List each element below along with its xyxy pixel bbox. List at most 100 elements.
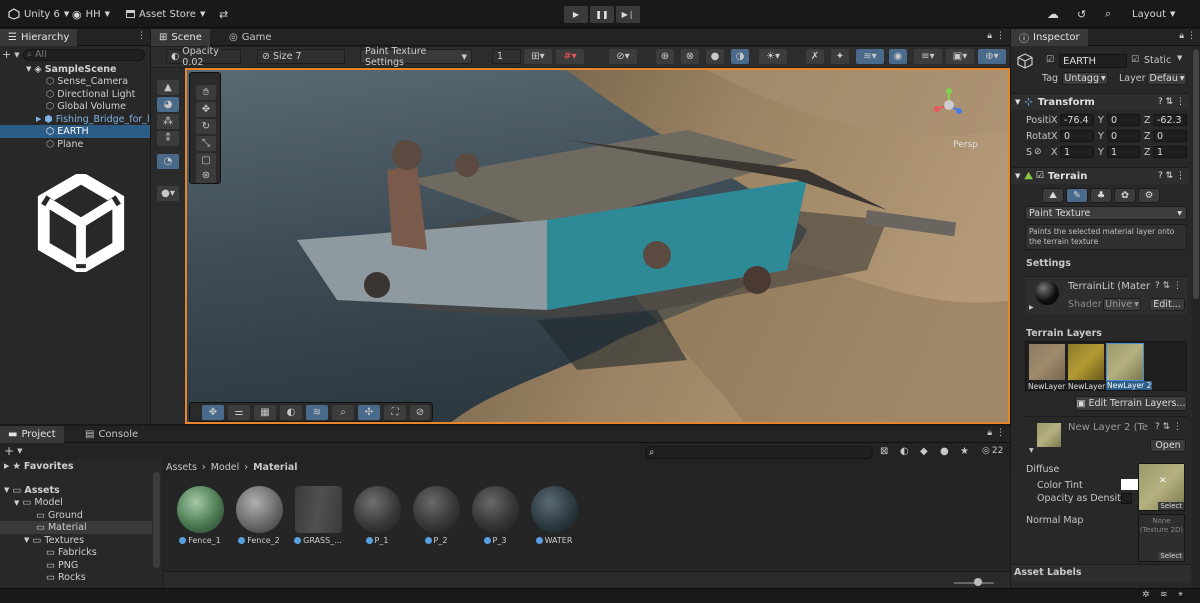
shading-wire-button[interactable]: ⊕ [656,49,674,64]
list-item[interactable]: ⬡ Directional Light [46,88,135,101]
misc-tool[interactable]: ●▾ [157,186,179,201]
scene-root[interactable]: ▼ ◈ SampleScene [26,63,116,76]
active-checkbox[interactable]: ☑ [1046,55,1054,65]
project-add[interactable]: + ▼ [4,444,22,458]
breadcrumb-item[interactable]: Model [211,462,240,473]
material-preview[interactable] [1035,281,1059,305]
rotation-x-field[interactable]: 0 [1060,130,1094,142]
terrain-trees-tool[interactable]: ♣ [1090,188,1112,203]
tree-scrollbar[interactable] [153,472,160,568]
shading-shaded-button[interactable]: ◑ [731,49,749,64]
orientation-dropdown[interactable]: ⊘▾ [609,49,637,64]
warning-icon[interactable]: ● [940,446,949,457]
chevron-down-icon[interactable]: ▼ [1177,54,1182,62]
terrain-settings-tool[interactable]: ⚙ [1138,188,1160,203]
lock-icon[interactable]: 🔒︎ [1179,31,1184,41]
edit-terrain-layers-button[interactable]: ▣ Edit Terrain Layers... [1075,396,1187,411]
layer-thumbnail[interactable] [1029,344,1065,380]
paint-texture-settings-dropdown[interactable]: Paint Texture Settings ▼ [360,46,472,68]
chevron-down-icon[interactable]: ▼ [14,51,19,59]
terrain-header[interactable]: ▼ ⛰ ☑ Terrain ? ⇅ ⋮ [1011,167,1189,184]
layer-dropdown[interactable]: Defau ▼ [1147,72,1187,85]
move-tool[interactable]: ✥ [196,102,216,117]
breadcrumb-item[interactable]: Assets [166,462,197,473]
scale-x-field[interactable]: 1 [1060,146,1094,158]
edit-shader-button[interactable]: Edit... [1149,298,1185,311]
size-field[interactable]: ⊘ Size 7 [257,49,345,64]
rotation-y-field[interactable]: 0 [1107,130,1140,142]
tab-scene[interactable]: ⊞ Scene [151,29,210,46]
shading-shaded-wire-button[interactable]: ⊗ [681,49,699,64]
scale-z-field[interactable]: 1 [1153,146,1187,158]
folder-row-selected[interactable]: ▭ Material [36,522,87,535]
history-icon[interactable]: ↺ [1077,0,1086,28]
more-icon[interactable]: ⋮ [996,428,1005,438]
terrain-paint-tool[interactable]: ◕ [157,97,179,112]
assets-row[interactable]: ▼ ▭ Assets [4,484,60,497]
tab-hierarchy[interactable]: ☰ Hierarchy [0,29,78,46]
layer-thumbnail-selected[interactable] [1106,343,1144,381]
asset-labels-bar[interactable]: Asset Labels [1011,564,1191,582]
tab-game[interactable]: ◎ Game [221,29,280,46]
terrain-paint-tool[interactable]: ✎ [1066,188,1088,203]
position-x-field[interactable]: -76.4 [1060,114,1094,126]
static-checkbox[interactable]: ☑ [1131,55,1139,65]
transform-tool[interactable]: ⊛ [196,168,216,183]
brush-settings-tool[interactable]: ⚌ [228,405,250,420]
terrain-details-tool[interactable]: ✿ [1114,188,1136,203]
layer-thumbnail[interactable] [1068,344,1104,380]
terrain-raise-tool[interactable]: ▲ [157,80,179,95]
shader-dropdown[interactable]: Unive ▼ [1103,298,1141,311]
rotate-tool[interactable]: ↻ [196,119,216,134]
asset-item[interactable]: WATER [530,486,578,545]
zoom-slider-handle[interactable] [974,578,982,586]
step-button[interactable]: ▶❘ [616,6,640,23]
camera-dropdown[interactable]: ▣▾ [946,49,974,64]
brush-move-tool[interactable]: ✥ [202,405,224,420]
list-item-selected[interactable]: ⬡ EARTH [46,126,89,139]
tab-project[interactable]: ▬ Project [0,426,64,443]
list-item[interactable]: ⬡ Global Volume [46,101,126,114]
version-control-icon[interactable]: ⇄ [219,0,228,28]
list-item[interactable]: ⬡ Plane [46,138,83,151]
transform-header[interactable]: ▼ ⊹ Transform ? ⇅ ⋮ [1011,93,1189,110]
persp-label[interactable]: Persp [953,140,978,150]
asset-item[interactable]: Fence_2 [235,486,283,545]
more-icon[interactable]: ⋮ [996,31,1005,41]
visibility-toggle[interactable]: ◉ [889,49,907,64]
search-icon[interactable]: ⌕ [1105,0,1111,28]
layers-icon[interactable]: ≋ [1160,590,1168,600]
folder-row[interactable]: ▼ ▭ Textures [24,534,84,547]
shading-solid-button[interactable]: ● [706,49,724,64]
asset-item[interactable]: Fence_1 [176,486,224,545]
snap-dropdown[interactable]: ⊞▾ [524,49,552,64]
star-icon[interactable]: ★ [960,446,969,457]
list-item[interactable]: ⬡ Sense_Camera [46,76,128,89]
gizmos-dropdown[interactable]: ⊕▾ [978,49,1006,64]
layout-dropdown[interactable]: Layout ▼ [1132,0,1175,28]
folder-row[interactable]: ▭ PNG [46,559,78,572]
tag-dropdown[interactable]: Untagg ▼ [1062,72,1108,85]
rotation-z-field[interactable]: 0 [1153,130,1187,142]
brush-pan-tool[interactable]: ✣ [358,405,380,420]
asset-item[interactable]: P_3 [471,486,519,545]
lock-icon[interactable]: 🔒︎ [987,428,992,438]
diffuse-texture-slot[interactable]: ✕ Select [1138,463,1185,511]
tab-console[interactable]: ▤ Console [77,426,146,443]
filter-icon[interactable]: ⊠ [880,446,888,457]
fx-toggle[interactable]: ✦ [831,49,849,64]
notification-icon[interactable]: ⌖ [1178,590,1183,600]
more-icon[interactable]: ⋮ [1187,31,1196,41]
pause-button[interactable]: ❚❚ [590,6,614,23]
tab-inspector[interactable]: ⓘ Inspector [1011,29,1088,46]
brush-shade-tool[interactable]: ◐ [280,405,302,420]
folder-row[interactable]: ▭ Rocks [46,572,86,585]
folder-row[interactable]: ▼ ▭ Model [14,497,63,510]
asset-item[interactable]: P_1 [353,486,401,545]
list-item[interactable]: ▶ ⬢ Fishing_Bridge_for_l [36,113,150,126]
position-y-field[interactable]: 0 [1107,114,1140,126]
layer-preview[interactable] [1037,423,1061,447]
position-z-field[interactable]: -62.3 [1153,114,1187,126]
folder-row[interactable]: ▭ Ground [36,509,83,522]
terrain-tree-tool[interactable]: ⁂ [157,114,179,129]
